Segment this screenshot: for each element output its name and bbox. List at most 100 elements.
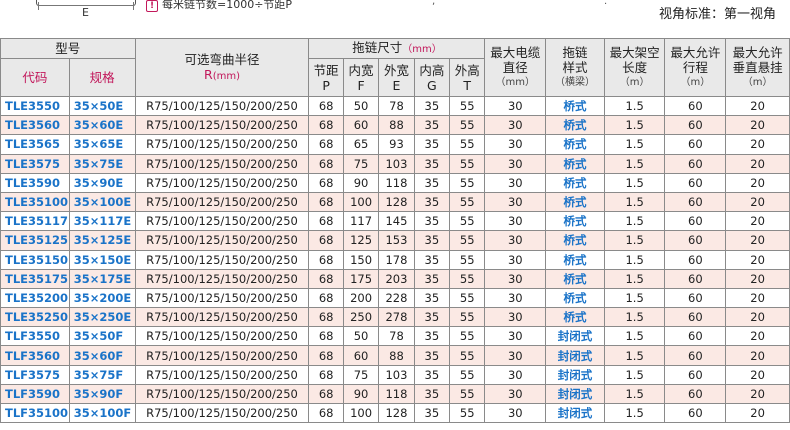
cell-spec: 35×125E (68, 230, 136, 251)
header-max-span: 最大架空 长度 （m） (603, 38, 666, 97)
cell-max-cable: 30 (484, 134, 547, 155)
cell-max-hang: 20 (725, 230, 790, 251)
table-row: TLF35100 35×100F R75/100/125/150/200/250 68… (0, 402, 790, 424)
header-chain-size: 拖链尺寸（mm） (308, 38, 486, 59)
header-max-span-line2: 长度 (622, 60, 648, 75)
cell-inner-width: 100 (342, 191, 380, 213)
cell-inner-width: 250 (342, 307, 380, 328)
cell-pitch: 68 (308, 230, 344, 251)
cell-inner-width: 175 (342, 268, 380, 289)
header-outer-height: 外高 T (449, 58, 486, 97)
table-row: TLE3560 35×60E R75/100/125/150/200/250 68 60… (0, 115, 790, 136)
cell-inner-height: 35 (413, 211, 451, 232)
cell-max-travel: 60 (664, 383, 727, 405)
header-pitch-symbol: P (322, 77, 330, 93)
pitch-note-text: 每米链节数=1000÷节距P (162, 0, 293, 11)
top-strip: E ! 每米链节数=1000÷节距P , . 视角标准：第一视角 (0, 0, 790, 38)
header-outer-width-symbol: E (392, 77, 401, 93)
cell-chain-style: 封闭式 (545, 402, 605, 424)
cell-inner-height: 35 (413, 307, 451, 328)
cell-chain-style: 桥式 (545, 211, 605, 232)
cell-pitch: 68 (308, 153, 344, 174)
cell-max-hang: 20 (725, 402, 790, 424)
cell-max-cable: 30 (484, 287, 547, 309)
header-outer-height-symbol: T (463, 77, 472, 93)
cell-radius: R75/100/125/150/200/250 (134, 191, 310, 213)
cell-code: TLE3550 (0, 95, 70, 117)
cell-chain-style: 桥式 (545, 230, 605, 251)
cell-max-span: 1.5 (603, 172, 666, 193)
cell-outer-height: 55 (449, 345, 486, 366)
cell-radius: R75/100/125/150/200/250 (134, 134, 310, 155)
cell-max-cable: 30 (484, 326, 547, 347)
cell-outer-width: 103 (378, 364, 415, 385)
cell-spec: 35×50E (68, 95, 136, 117)
cell-inner-width: 90 (342, 172, 380, 193)
cell-max-hang: 20 (725, 95, 790, 117)
cell-inner-height: 35 (413, 268, 451, 289)
cell-outer-width: 178 (378, 249, 415, 270)
cell-spec: 35×100F (68, 402, 136, 424)
cell-max-cable: 30 (484, 172, 547, 193)
cell-code: TLE3590 (0, 172, 70, 193)
cell-outer-width: 145 (378, 211, 415, 232)
cell-radius: R75/100/125/150/200/250 (134, 172, 310, 193)
header-radius-unit: (mm) (212, 70, 240, 82)
cell-outer-height: 55 (449, 153, 486, 174)
cell-max-span: 1.5 (603, 307, 666, 328)
cell-chain-style: 封闭式 (545, 383, 605, 405)
cell-max-span: 1.5 (603, 153, 666, 174)
cell-inner-height: 35 (413, 115, 451, 136)
cell-inner-width: 65 (342, 134, 380, 155)
cell-inner-width: 125 (342, 230, 380, 251)
cell-max-span: 1.5 (603, 287, 666, 309)
cell-pitch: 68 (308, 326, 344, 347)
cell-outer-height: 55 (449, 326, 486, 347)
spec-table: 型号 可选弯曲半径 R(mm) 拖链尺寸（mm） 最大电缆 直径 （mm） 拖链… (0, 38, 790, 424)
cell-outer-width: 103 (378, 153, 415, 174)
cell-outer-height: 55 (449, 230, 486, 251)
cell-max-travel: 60 (664, 287, 727, 309)
dimension-diagram: E (36, 0, 136, 19)
table-row: TLE35150 35×150E R75/100/125/150/200/250 68… (0, 249, 790, 270)
cell-outer-width: 118 (378, 172, 415, 193)
cell-inner-width: 50 (342, 95, 380, 117)
cell-chain-style: 桥式 (545, 172, 605, 193)
header-max-cable-line2: 直径 (502, 60, 528, 75)
cell-chain-style: 桥式 (545, 191, 605, 213)
cell-max-hang: 20 (725, 326, 790, 347)
cell-max-cable: 30 (484, 249, 547, 270)
cell-max-hang: 20 (725, 383, 790, 405)
cell-max-travel: 60 (664, 268, 727, 289)
cell-max-span: 1.5 (603, 134, 666, 155)
table-row: TLE3590 35×90E R75/100/125/150/200/250 68 90… (0, 172, 790, 193)
table-row: TLF3560 35×60F R75/100/125/150/200/250 68 60… (0, 345, 790, 366)
cell-code: TLE3560 (0, 115, 70, 136)
header-inner-height: 内高 G (413, 58, 451, 97)
cell-max-hang: 20 (725, 345, 790, 366)
cell-code: TLE35175 (0, 268, 70, 289)
cell-pitch: 68 (308, 95, 344, 117)
pitch-note: ! 每米链节数=1000÷节距P (146, 0, 292, 12)
cell-spec: 35×60E (68, 115, 136, 136)
cell-chain-style: 桥式 (545, 153, 605, 174)
cell-code: TLE3565 (0, 134, 70, 155)
cell-inner-width: 60 (342, 115, 380, 136)
cell-radius: R75/100/125/150/200/250 (134, 211, 310, 232)
cell-inner-height: 35 (413, 134, 451, 155)
header-max-travel-unit: （m） (680, 77, 711, 88)
cell-radius: R75/100/125/150/200/250 (134, 345, 310, 366)
cell-outer-width: 153 (378, 230, 415, 251)
cell-spec: 35×250E (68, 307, 136, 328)
cell-inner-height: 35 (413, 95, 451, 117)
cell-max-travel: 60 (664, 230, 727, 251)
cell-pitch: 68 (308, 211, 344, 232)
cell-code: TLE35117 (0, 211, 70, 232)
cell-max-travel: 60 (664, 364, 727, 385)
table-row: TLE35250 35×250E R75/100/125/150/200/250 68… (0, 307, 790, 328)
cell-code: TLE35200 (0, 287, 70, 309)
cell-chain-style: 桥式 (545, 287, 605, 309)
header-max-hang-unit: （m） (742, 77, 773, 88)
table-row: TLF3575 35×75F R75/100/125/150/200/250 68 75… (0, 364, 790, 385)
header-chain-style-line1: 拖链 (562, 45, 588, 60)
